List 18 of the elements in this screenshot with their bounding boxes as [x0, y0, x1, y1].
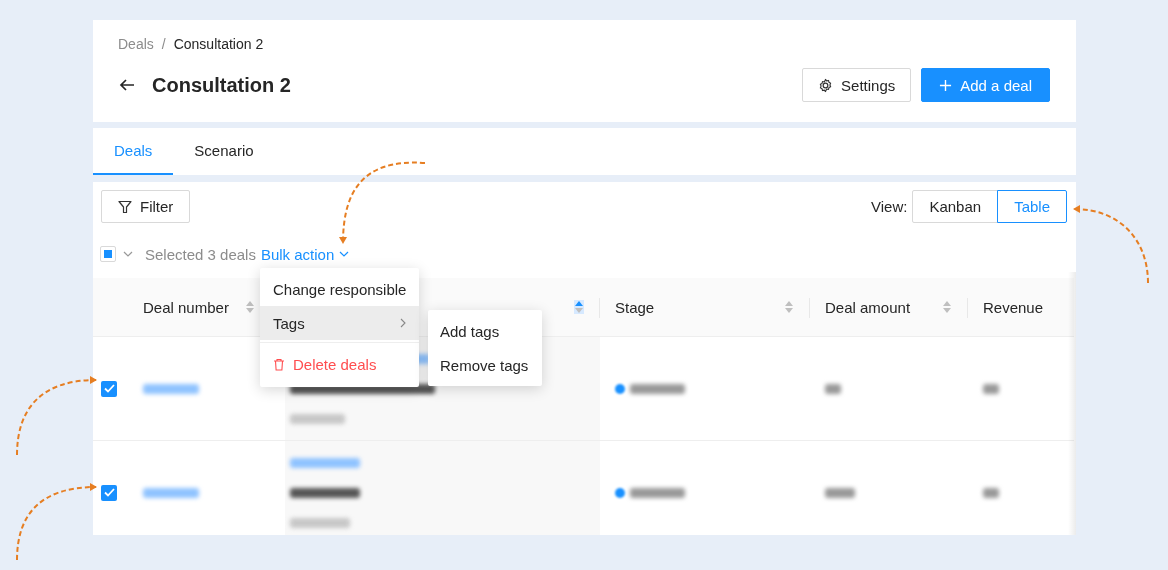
breadcrumb-separator: /	[161, 36, 166, 54]
column-header: Revenue	[983, 298, 1044, 316]
menu-item[interactable]: Tags	[260, 306, 420, 340]
menu-item[interactable]: Remove tags	[428, 348, 542, 382]
view-toggle[interactable]: Kanban	[912, 190, 999, 223]
page-title: Consultation 2	[152, 73, 292, 97]
settings-button[interactable]: Settings	[802, 68, 912, 102]
view-label: View:	[871, 198, 908, 215]
column-header: Stage	[615, 298, 655, 316]
menu-item[interactable]: Change responsible	[260, 272, 420, 306]
menu-item[interactable]: Add tags	[428, 314, 542, 348]
tab[interactable]: Scenario	[173, 128, 275, 175]
selection-count: Selected 3 deals	[145, 245, 256, 263]
filter-button[interactable]: Filter	[101, 190, 191, 223]
column-header: Deal amount	[825, 298, 911, 316]
breadcrumb-link[interactable]: Deals	[118, 36, 154, 54]
breadcrumb-link[interactable]: Consultation 2	[173, 36, 264, 54]
column-header: Deal number	[143, 298, 229, 316]
